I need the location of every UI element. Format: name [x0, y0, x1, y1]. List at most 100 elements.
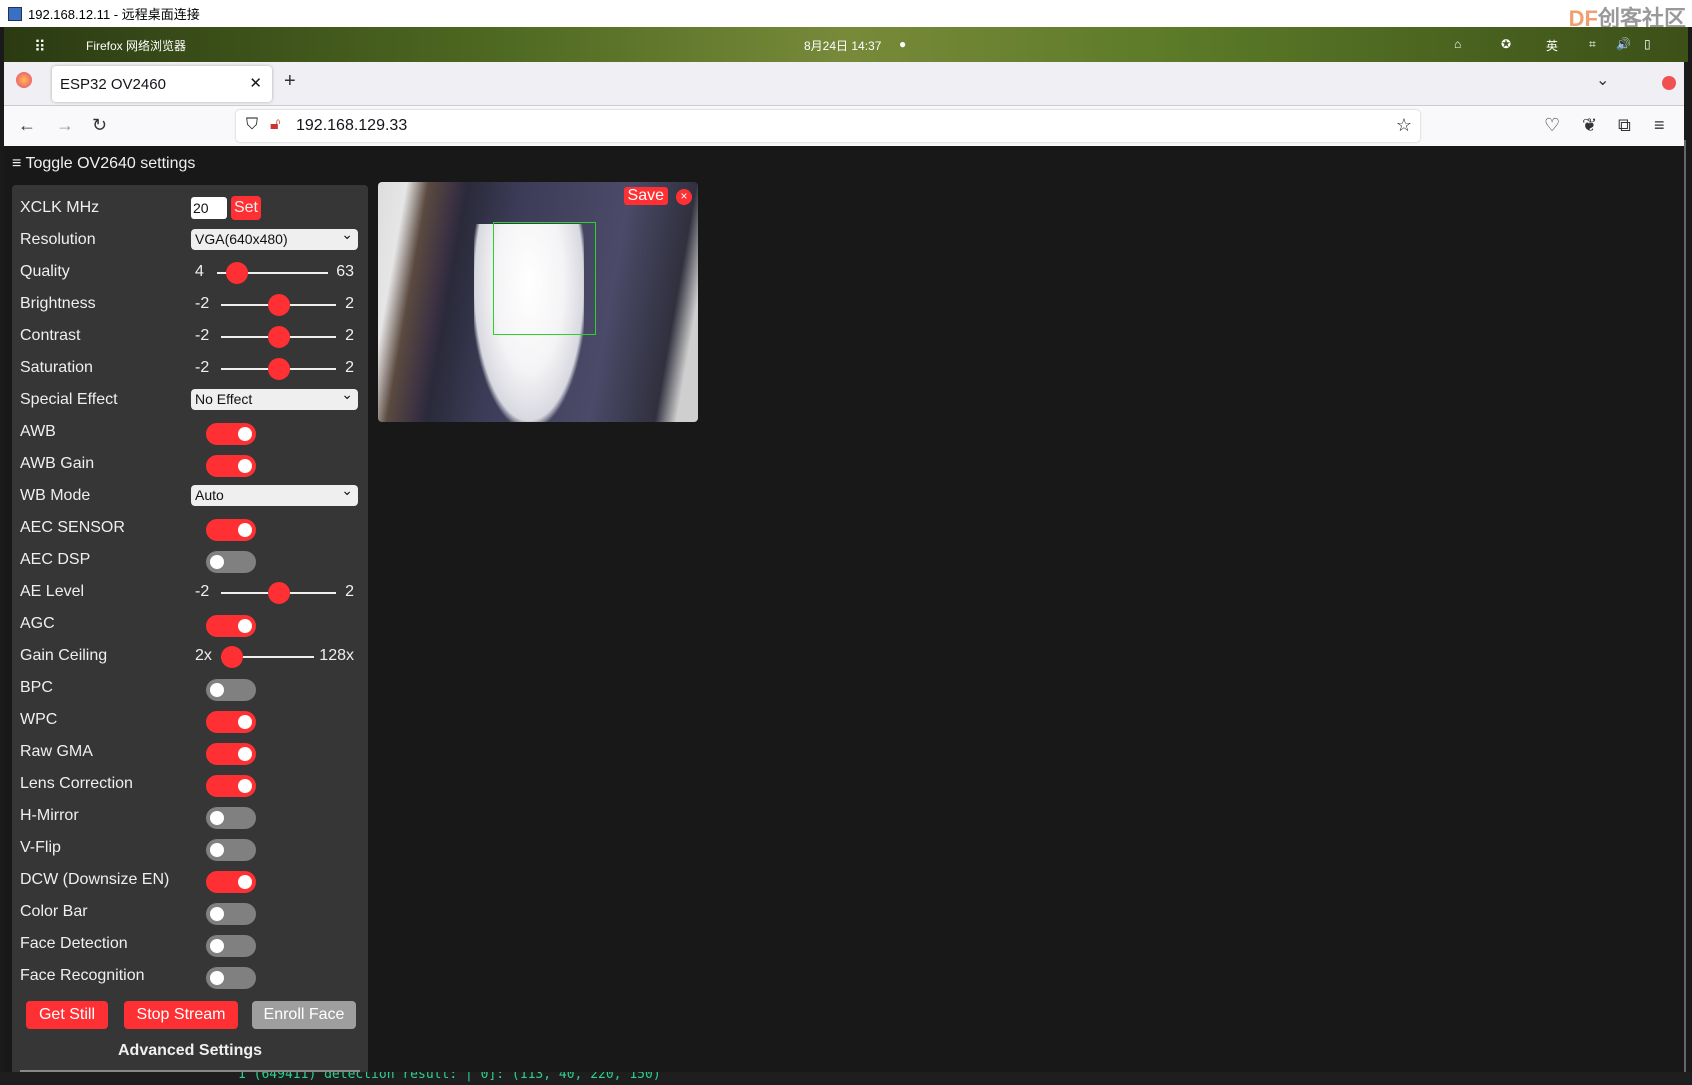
- setting-dcw-downsize-en: DCW (Downsize EN): [20, 865, 360, 895]
- clock[interactable]: 8月24日 14:37: [804, 37, 881, 54]
- settings-panel: Face Recognition Face Detection Color Bar D…: [12, 185, 368, 1085]
- list-tabs-icon[interactable]: ⌄: [1596, 70, 1609, 90]
- toggle-settings[interactable]: ≡ Toggle OV2640 settings: [12, 155, 195, 173]
- gnome-extension-icon[interactable]: ❦: [1582, 115, 1597, 136]
- slider-thumb[interactable]: [226, 262, 249, 284]
- pocket-icon[interactable]: ♡: [1544, 115, 1560, 136]
- setting-aec-dsp: AEC DSP: [20, 545, 360, 575]
- saturation-slider[interactable]: -2 2: [191, 358, 358, 380]
- slider-thumb[interactable]: [267, 582, 290, 604]
- slider-thumb[interactable]: [267, 294, 290, 316]
- contrast-slider[interactable]: -2 2: [191, 326, 358, 348]
- tab-esp32[interactable]: ESP32 OV2460 ✕: [52, 66, 272, 102]
- brightness-slider[interactable]: -2 2: [191, 294, 358, 316]
- network-icon[interactable]: ⌗: [1589, 37, 1596, 52]
- setting-label: V-Flip: [20, 839, 61, 856]
- setting-saturation: Saturation -2 2: [20, 353, 360, 383]
- setting-lens-correction: Lens Correction: [20, 769, 360, 799]
- forward-icon[interactable]: →: [56, 115, 74, 136]
- nav-bar: ← → ↻ ⛉ 🔓︎ 192.168.129.33 ☆ ♡ ❦ ⧉ ≡: [4, 105, 1684, 146]
- face-detection-toggle[interactable]: [206, 935, 256, 957]
- face-recognition-toggle[interactable]: [206, 967, 256, 989]
- toggle-settings-label: Toggle OV2640 settings: [25, 155, 196, 172]
- awb-gain-toggle[interactable]: [206, 455, 256, 477]
- url-bar[interactable]: ⛉ 🔓︎ 192.168.129.33 ☆: [236, 110, 1420, 142]
- bpc-toggle[interactable]: [206, 679, 256, 701]
- setting-awb: AWB: [20, 417, 360, 447]
- back-icon[interactable]: ←: [18, 115, 36, 136]
- setting-resolution: Resolution VGA(640x480): [20, 225, 360, 255]
- setting-label: Color Bar: [20, 903, 88, 920]
- setting-label: Raw GMA: [20, 743, 93, 760]
- save-button[interactable]: Save: [623, 187, 668, 205]
- home-icon[interactable]: ⌂: [1454, 37, 1461, 51]
- setting-special-effect: Special Effect No Effect: [20, 385, 360, 415]
- extensions-icon[interactable]: ⧉: [1618, 115, 1631, 136]
- slider-thumb[interactable]: [267, 326, 290, 348]
- agc-toggle[interactable]: [206, 615, 256, 637]
- awb-toggle[interactable]: [206, 423, 256, 445]
- setting-bpc: BPC: [20, 673, 360, 703]
- close-tab-icon[interactable]: ✕: [249, 74, 262, 92]
- slider-thumb[interactable]: [221, 646, 243, 668]
- setting-label: AWB: [20, 423, 56, 440]
- setting-ae-level: AE Level -2 2: [20, 577, 360, 607]
- accessibility-icon[interactable]: ✪: [1501, 37, 1511, 51]
- setting-gain-ceiling: Gain Ceiling 2x 128x: [20, 641, 360, 671]
- setting-label: AGC: [20, 615, 55, 632]
- setting-label: Lens Correction: [20, 775, 133, 792]
- aec-dsp-toggle[interactable]: [206, 551, 256, 573]
- bookmark-star-icon[interactable]: ☆: [1396, 115, 1412, 136]
- input-method[interactable]: 英: [1546, 37, 1558, 54]
- resolution-select[interactable]: VGA(640x480): [191, 226, 358, 250]
- slider-min: 4: [195, 263, 204, 280]
- aec-sensor-toggle[interactable]: [206, 519, 256, 541]
- setting-awb-gain: AWB Gain: [20, 449, 360, 479]
- setting-label: H-Mirror: [20, 807, 79, 824]
- setting-label: Gain Ceiling: [20, 647, 108, 664]
- shield-icon[interactable]: ⛉: [246, 116, 258, 134]
- setting-label: DCW (Downsize EN): [20, 871, 170, 888]
- setting-agc: AGC: [20, 609, 360, 639]
- set-xclk-button[interactable]: Set: [231, 196, 261, 220]
- gain-ceiling-slider[interactable]: 2x 128x: [191, 646, 358, 668]
- special-effect-select[interactable]: No Effect: [191, 386, 358, 410]
- setting-quality: Quality 4 63: [20, 257, 360, 287]
- enroll-face-button[interactable]: Enroll Face: [252, 1001, 356, 1029]
- url-text: 192.168.129.33: [296, 117, 408, 134]
- raw-gma-toggle[interactable]: [206, 743, 256, 765]
- volume-icon[interactable]: 🔊: [1616, 37, 1631, 51]
- reload-icon[interactable]: ↻: [92, 115, 107, 136]
- slider-max: 2: [345, 327, 354, 344]
- setting-label: AWB Gain: [20, 455, 95, 472]
- close-stream-button[interactable]: ×: [676, 189, 692, 205]
- v-flip-toggle[interactable]: [206, 839, 256, 861]
- battery-icon[interactable]: ▯: [1644, 37, 1651, 51]
- firefox-app-label[interactable]: Firefox 网络浏览器: [86, 37, 186, 54]
- new-tab-icon[interactable]: +: [284, 70, 296, 93]
- tab-bar: ESP32 OV2460 ✕ + ⌄: [4, 62, 1684, 105]
- xclk-input[interactable]: 20: [191, 197, 227, 219]
- wb-mode-select[interactable]: Auto: [191, 482, 358, 506]
- wpc-toggle[interactable]: [206, 711, 256, 733]
- color-bar-toggle[interactable]: [206, 903, 256, 925]
- dcw-downsize-en-toggle[interactable]: [206, 871, 256, 893]
- slider-min: -2: [195, 583, 210, 600]
- ae-level-slider[interactable]: -2 2: [191, 582, 358, 604]
- advanced-settings-heading[interactable]: Advanced Settings: [12, 1041, 368, 1061]
- h-mirror-toggle[interactable]: [206, 807, 256, 829]
- quality-slider[interactable]: 4 63: [191, 262, 358, 284]
- insecure-lock-icon[interactable]: 🔓︎: [270, 116, 280, 134]
- menu-icon[interactable]: ≡: [1654, 115, 1665, 136]
- slider-min: 2x: [195, 647, 212, 664]
- get-still-button[interactable]: Get Still: [26, 1001, 108, 1029]
- slider-min: -2: [195, 327, 210, 344]
- gnome-top-bar: ⠿ Firefox 网络浏览器 8月24日 14:37 ● ⌂ ✪ 英 ⌗ 🔊 …: [4, 27, 1688, 62]
- lens-correction-toggle[interactable]: [206, 775, 256, 797]
- slider-min: -2: [195, 295, 210, 312]
- setting-label: BPC: [20, 679, 53, 696]
- stop-stream-button[interactable]: Stop Stream: [124, 1001, 238, 1029]
- firefox-icon: [16, 72, 32, 88]
- apps-grid-icon[interactable]: ⠿: [34, 37, 46, 57]
- slider-thumb[interactable]: [267, 358, 290, 380]
